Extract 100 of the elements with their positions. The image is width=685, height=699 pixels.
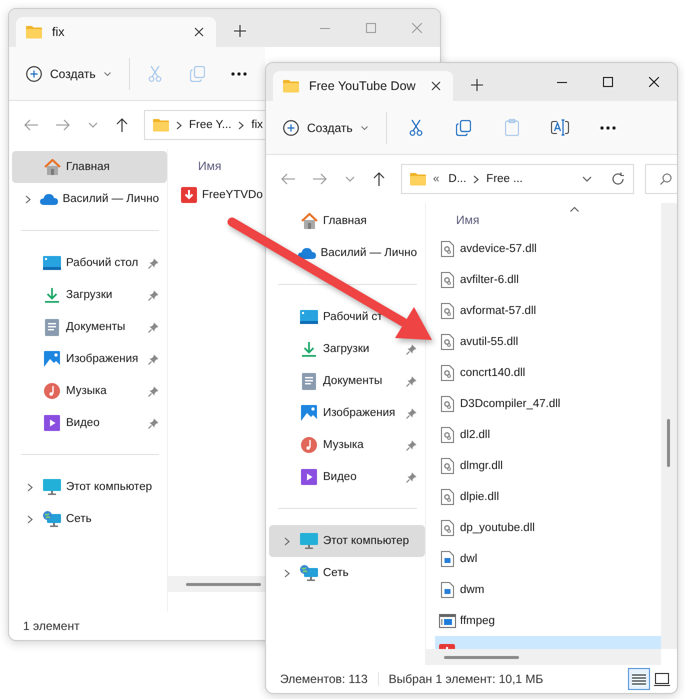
path-segment[interactable]: D... (448, 173, 466, 185)
back-icon[interactable] (24, 119, 38, 131)
new-button[interactable]: Создать (279, 116, 372, 140)
sidebar-item[interactable]: Рабочий ст (269, 301, 425, 333)
file-row[interactable]: avutil-55.dll (435, 326, 661, 357)
expand-icon[interactable] (27, 514, 33, 524)
sidebar-item[interactable]: Изображения (269, 397, 425, 429)
sidebar-item[interactable]: Документы (12, 311, 167, 343)
picture-icon (301, 405, 317, 421)
list-icon (632, 674, 646, 684)
pin-icon (148, 322, 159, 332)
expand-icon[interactable] (27, 482, 33, 492)
file-row[interactable]: avdevice-57.dll (435, 233, 661, 264)
pin-icon (148, 354, 159, 364)
path-segment[interactable]: Free Y... (189, 119, 232, 131)
clipboard-icon (504, 119, 519, 136)
overflow-crumb[interactable]: « (433, 173, 440, 185)
folder-tab[interactable]: fix (16, 17, 216, 47)
search-icon (660, 173, 672, 185)
file-row[interactable]: dp_youtube.dll (435, 512, 661, 543)
up-icon[interactable] (373, 172, 385, 186)
forward-icon[interactable] (56, 119, 70, 131)
scrollbar-thumb[interactable] (444, 656, 519, 659)
pin-icon (406, 376, 417, 386)
close-tab-icon[interactable] (194, 27, 204, 37)
new-button[interactable]: Создать (22, 62, 115, 86)
rename-icon (550, 119, 569, 136)
folder-icon (153, 118, 169, 132)
folder-tab[interactable]: Free YouTube Dow (273, 71, 453, 101)
sort-caret-icon[interactable] (570, 207, 579, 212)
back-icon[interactable] (281, 173, 295, 185)
sidebar-item[interactable]: Василий — Лично (269, 237, 425, 269)
dll-file-icon (440, 302, 454, 318)
sidebar-item[interactable]: Василий — Лично (12, 183, 167, 215)
dll-file-icon (440, 520, 454, 536)
document-icon (45, 318, 59, 336)
sidebar-item[interactable]: Видео (269, 461, 425, 493)
sidebar-item[interactable]: Сеть (12, 503, 167, 535)
dll-file-icon (440, 364, 454, 380)
video-icon (301, 469, 317, 485)
file-row[interactable]: ffmpeg (435, 605, 661, 636)
add-tab-icon[interactable] (471, 79, 483, 91)
file-row[interactable]: dlpie.dll (435, 481, 661, 512)
scrollbar-thumb[interactable] (667, 419, 670, 467)
monitor-icon (43, 479, 61, 495)
status-text: 1 элемент (23, 619, 80, 633)
sidebar-item[interactable]: Сеть (269, 557, 425, 589)
file-row[interactable]: avfilter-6.dll (435, 264, 661, 295)
close-tab-icon[interactable] (431, 81, 441, 91)
chevron-icon (238, 120, 244, 130)
sidebar-item[interactable]: Главная (269, 205, 425, 237)
more-icon (231, 72, 248, 76)
expand-icon[interactable] (284, 568, 290, 578)
file-row[interactable]: dwm (435, 574, 661, 605)
file-icon (440, 582, 454, 598)
dll-file-icon (440, 396, 454, 412)
pin-icon (148, 418, 159, 428)
network-icon (43, 511, 61, 527)
close-icon (412, 23, 422, 33)
scrollbar-thumb[interactable] (186, 583, 261, 586)
address-bar[interactable]: Free Y... fix (144, 110, 265, 140)
pin-icon (148, 258, 159, 268)
file-row[interactable]: D3Dcompiler_47.dll (435, 388, 661, 419)
sidebar-item[interactable]: Этот компьютер (12, 471, 167, 503)
refresh-icon[interactable] (611, 172, 625, 186)
sidebar-item[interactable]: Музыка (12, 375, 167, 407)
expand-icon[interactable] (25, 194, 32, 204)
path-segment[interactable]: Free ... (486, 173, 523, 185)
file-row[interactable]: dlmgr.dll (435, 450, 661, 481)
details-view-button[interactable] (628, 668, 650, 690)
picture-icon (44, 351, 60, 367)
sidebar-item[interactable]: Главная (12, 151, 167, 183)
sidebar-item[interactable]: Этот компьютер (269, 525, 425, 557)
file-row[interactable]: concrt140.dll (435, 357, 661, 388)
music-icon (44, 383, 60, 399)
sidebar-item[interactable]: Видео (12, 407, 167, 439)
folder-icon (26, 25, 42, 39)
file-row[interactable]: dl2.dll (435, 419, 661, 450)
search-field[interactable] (645, 164, 677, 194)
add-tab-icon[interactable] (234, 25, 246, 37)
sidebar-item[interactable]: Документы (269, 365, 425, 397)
sidebar-item[interactable]: Загрузки (12, 279, 167, 311)
path-segment[interactable]: fix (251, 119, 263, 131)
expand-icon[interactable] (284, 536, 290, 546)
chevron-down-icon[interactable] (582, 176, 592, 182)
sidebar-item[interactable]: Рабочий стол (12, 247, 167, 279)
sidebar-item[interactable]: Загрузки (269, 333, 425, 365)
file-row[interactable]: avformat-57.dll (435, 295, 661, 326)
forward-icon[interactable] (313, 173, 327, 185)
file-row[interactable]: FreeYTVDo (177, 179, 265, 210)
sidebar-item[interactable]: Музыка (269, 429, 425, 461)
column-header[interactable]: Имя (456, 213, 480, 233)
address-bar[interactable]: « D... Free ... (401, 164, 634, 194)
home-icon (44, 159, 60, 175)
up-icon[interactable] (116, 118, 128, 132)
tab-title: Free YouTube Dow (309, 79, 417, 93)
more-icon (600, 126, 616, 130)
sidebar-item[interactable]: Изображения (12, 343, 167, 375)
column-header[interactable]: Имя (198, 159, 222, 179)
file-row[interactable]: dwl (435, 543, 661, 574)
